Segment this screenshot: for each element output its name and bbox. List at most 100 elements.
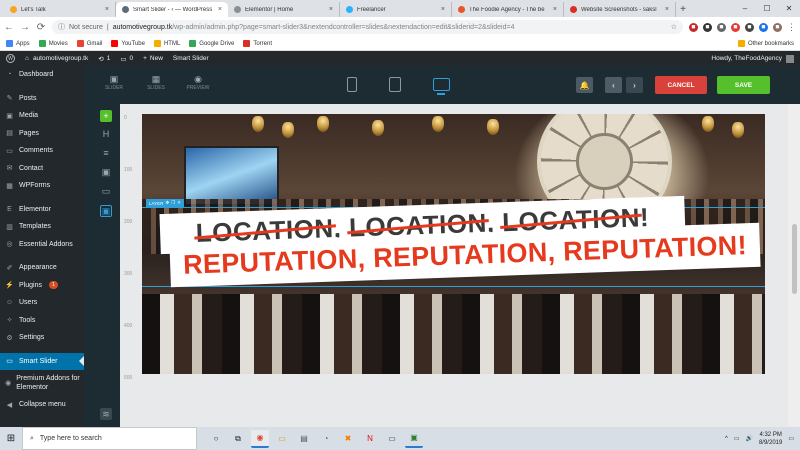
- comments-link[interactable]: ▭ 0: [120, 55, 133, 63]
- previous-slide-button[interactable]: ‹: [605, 77, 622, 93]
- volume-icon[interactable]: 🔊: [745, 435, 752, 442]
- sidebar-item-templates[interactable]: ▥ Templates: [0, 218, 84, 236]
- updates-link[interactable]: ⟲ 1: [98, 55, 110, 63]
- url-input[interactable]: ⓘ Not secure | automotivegroup.tk/wp-adm…: [52, 20, 683, 34]
- bookmark-item[interactable]: Gmail: [76, 40, 102, 47]
- sidebar-item-pages[interactable]: ▤ Pages: [0, 125, 84, 143]
- bookmark-item[interactable]: YouTube: [111, 40, 145, 47]
- file-explorer-icon[interactable]: ▭: [273, 430, 291, 448]
- xampp-icon[interactable]: ✖: [339, 430, 357, 448]
- info-icon[interactable]: ⓘ: [58, 22, 65, 32]
- other-bookmarks[interactable]: Other bookmarks: [737, 40, 794, 47]
- close-tab-icon[interactable]: ×: [218, 6, 222, 13]
- menu-kebab-icon[interactable]: ⋮: [787, 22, 796, 32]
- extension-icon[interactable]: ◼: [731, 22, 740, 32]
- notifications-icon[interactable]: ▭: [788, 435, 794, 442]
- sidebar-item-posts[interactable]: ✎ Posts: [0, 90, 84, 108]
- browser-tab[interactable]: Freelancer ×: [340, 2, 452, 17]
- task-switch-icon[interactable]: ⧉: [229, 430, 247, 448]
- bookmark-item[interactable]: Google Drive: [189, 40, 234, 47]
- preview-tab[interactable]: ◉ PREVIEW: [182, 74, 214, 91]
- task-view-icon[interactable]: ○: [207, 430, 225, 448]
- netflix-icon[interactable]: N: [361, 430, 379, 448]
- site-link[interactable]: ⌂ automotivegroup.tk: [25, 55, 88, 62]
- extension-icon[interactable]: ◼: [759, 22, 768, 32]
- page-scrollbar[interactable]: [788, 104, 800, 427]
- save-button[interactable]: SAVE: [717, 76, 770, 94]
- extension-icon[interactable]: ◼: [717, 22, 726, 32]
- browser-tab[interactable]: Elementor | Home ×: [228, 2, 340, 17]
- reload-icon[interactable]: ⟳: [36, 22, 46, 33]
- text-layer-icon[interactable]: ≡: [100, 147, 112, 159]
- app-icon[interactable]: ◔: [317, 430, 335, 448]
- sidebar-item-wpforms[interactable]: ▦ WPForms: [0, 177, 84, 195]
- system-clock[interactable]: 4:32 PM 8/9/2019: [759, 431, 782, 447]
- minimize-icon[interactable]: –: [734, 0, 756, 17]
- sidebar-item-smart-slider[interactable]: ▭ Smart Slider: [0, 352, 84, 370]
- taskbar-search-input[interactable]: ⌕ Type here to search: [22, 427, 197, 450]
- delete-icon[interactable]: ✕: [177, 200, 181, 206]
- sidebar-item-tools[interactable]: ✧ Tools: [0, 312, 84, 330]
- tablet-device-icon[interactable]: [389, 77, 401, 92]
- star-icon[interactable]: ☆: [671, 23, 677, 31]
- sidebar-item-elementor[interactable]: E Elementor: [0, 201, 84, 219]
- sidebar-item-users[interactable]: ☺ Users: [0, 294, 84, 312]
- new-link[interactable]: + New: [143, 55, 163, 62]
- desktop-device-icon[interactable]: [433, 78, 450, 95]
- store-icon[interactable]: ▤: [295, 430, 313, 448]
- duplicate-icon[interactable]: ❐: [171, 200, 175, 206]
- close-tab-icon[interactable]: ×: [105, 6, 109, 13]
- extension-icon[interactable]: ◼: [703, 22, 712, 32]
- forward-icon[interactable]: →: [20, 22, 30, 33]
- sidebar-item-media[interactable]: ▣ Media: [0, 107, 84, 125]
- layer-label[interactable]: LAYER ✥ ❐ ✕: [146, 199, 185, 207]
- browser-tab[interactable]: Let's Talk ×: [4, 2, 116, 17]
- scrollbar-thumb[interactable]: [792, 224, 797, 294]
- maximize-icon[interactable]: ☐: [756, 0, 778, 17]
- bookmark-item[interactable]: Torrent: [243, 40, 272, 47]
- button-layer-icon[interactable]: ▭: [100, 185, 112, 197]
- sidebar-item-dashboard[interactable]: ◔ Dashboard: [0, 66, 84, 84]
- mobile-device-icon[interactable]: [347, 77, 357, 92]
- app-icon[interactable]: ▣: [405, 430, 423, 448]
- howdy-user[interactable]: Howdy, TheFoodAgency: [711, 54, 794, 63]
- close-tab-icon[interactable]: ×: [329, 6, 333, 13]
- sidebar-item-collapse-menu[interactable]: ◀ Collapse menu: [0, 396, 84, 414]
- app-icon[interactable]: ▭: [383, 430, 401, 448]
- bookmark-item[interactable]: HTML: [153, 40, 180, 47]
- heading-layer-icon[interactable]: H: [100, 128, 112, 140]
- notification-bell-icon[interactable]: 🔔: [576, 77, 593, 93]
- cancel-button[interactable]: CANCEL: [655, 76, 707, 94]
- browser-tab[interactable]: Smart Slider - ‹ — WordPress ×: [116, 2, 228, 17]
- sidebar-item-premium-addons-for-elementor[interactable]: ◉ Premium Addons for Elementor: [0, 370, 84, 396]
- sidebar-item-contact[interactable]: ✉ Contact: [0, 160, 84, 178]
- next-slide-button[interactable]: ›: [626, 77, 643, 93]
- new-tab-button[interactable]: +: [676, 2, 690, 17]
- move-icon[interactable]: ✥: [165, 200, 169, 206]
- slider-tab[interactable]: ▣ SLIDER: [98, 74, 130, 91]
- browser-tab[interactable]: Website Screenshots - saksl ×: [564, 2, 676, 17]
- wordpress-logo-icon[interactable]: W: [6, 54, 15, 63]
- image-layer-icon[interactable]: ▣: [100, 166, 112, 178]
- close-window-icon[interactable]: ✕: [778, 0, 800, 17]
- close-tab-icon[interactable]: ×: [553, 6, 557, 13]
- layers-panel-icon[interactable]: ▣: [100, 205, 112, 217]
- tray-chevron-icon[interactable]: ^: [725, 436, 728, 442]
- sidebar-item-comments[interactable]: ▭ Comments: [0, 142, 84, 160]
- windows-start-icon[interactable]: ⊞: [0, 427, 22, 450]
- browser-tab[interactable]: The Foodie Agency - The be ×: [452, 2, 564, 17]
- back-icon[interactable]: ←: [4, 22, 14, 33]
- slides-tab[interactable]: ▦ SLIDES: [140, 74, 172, 91]
- stack-icon[interactable]: ≋: [100, 408, 112, 420]
- bookmark-item[interactable]: Apps: [6, 40, 30, 47]
- smart-slider-link[interactable]: Smart Slider: [173, 55, 209, 62]
- extension-icon[interactable]: ◼: [745, 22, 754, 32]
- chrome-app-icon[interactable]: ◉: [251, 429, 269, 448]
- close-tab-icon[interactable]: ×: [441, 6, 445, 13]
- profile-avatar[interactable]: ◼: [773, 22, 782, 32]
- sidebar-item-appearance[interactable]: ✐ Appearance: [0, 259, 84, 277]
- add-layer-icon[interactable]: +: [100, 110, 112, 122]
- sidebar-item-plugins[interactable]: ⚡ Plugins 1: [0, 277, 84, 295]
- sidebar-item-settings[interactable]: ⚙ Settings: [0, 329, 84, 347]
- sidebar-item-essential-addons[interactable]: ◎ Essential Addons: [0, 236, 84, 254]
